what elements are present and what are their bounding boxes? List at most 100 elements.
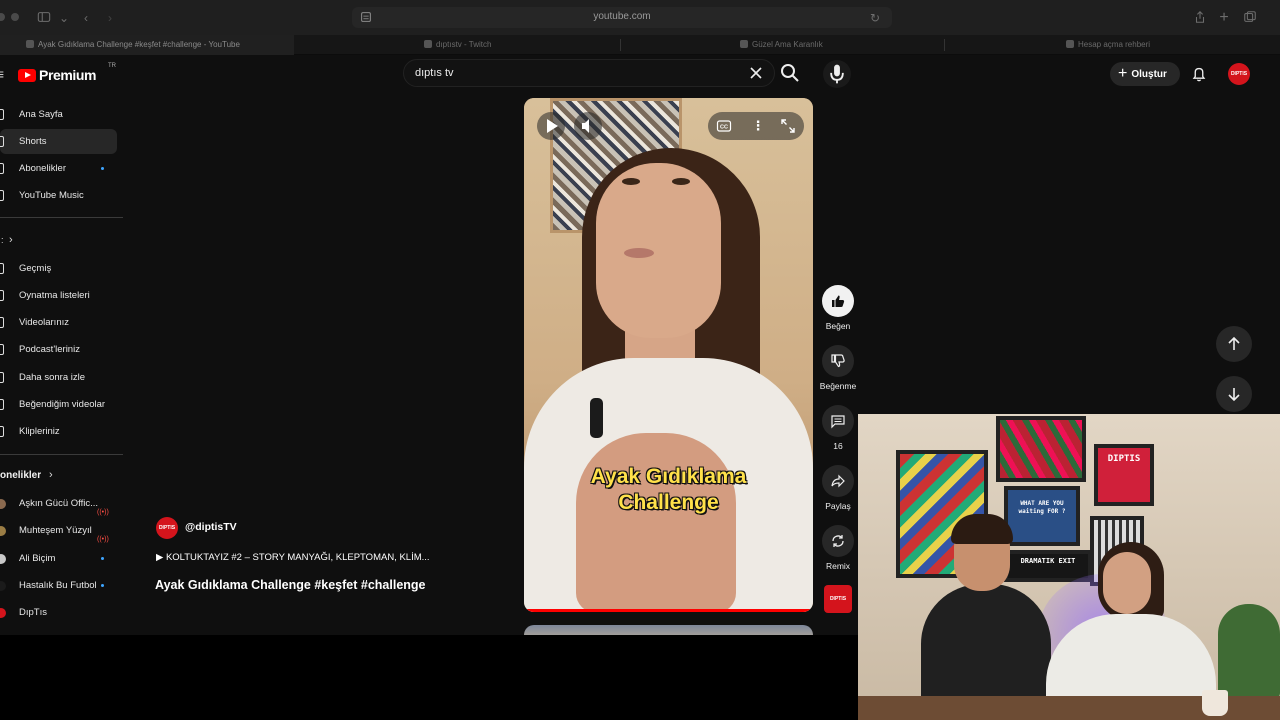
sidebar-item-subscriptions[interactable]: Abonelikler	[0, 156, 117, 181]
search-icon[interactable]	[776, 61, 804, 85]
search-input[interactable]	[415, 67, 735, 79]
favicon-icon	[424, 40, 432, 48]
channel-avatar[interactable]: DIPTIS	[156, 517, 178, 539]
tab-label: Ayak Gıdıklama Challenge #keşfet #challe…	[38, 40, 240, 49]
sidebar-sub-hastalik-bu-futbol[interactable]: Hastalık Bu Futbol	[0, 573, 117, 598]
tab-label: Güzel Ama Karanlık	[752, 40, 823, 49]
more-options-icon[interactable]: ⋮	[750, 118, 766, 134]
sidebar-sub-diptis[interactable]: DıpTıs	[0, 600, 117, 625]
next-short-preview[interactable]	[524, 625, 813, 635]
address-bar[interactable]: youtube.com ↻	[352, 7, 892, 28]
subscriptions-heading[interactable]: onelikler	[0, 470, 41, 481]
you-chevron-icon[interactable]: ›	[9, 234, 13, 246]
subscriptions-icon	[0, 163, 4, 174]
woman-head	[1103, 552, 1151, 614]
favicon-icon	[740, 40, 748, 48]
sidebar-item-label: Muhteşem Yüzyıl	[19, 525, 92, 536]
sidebar-item-playlists[interactable]: Oynatma listeleri	[0, 283, 117, 308]
share-arrow-icon[interactable]	[822, 465, 854, 497]
you-section-fragment: :	[1, 235, 4, 245]
browser-toolbar: ⌄ ‹ › youtube.com ↻ +	[0, 0, 1280, 35]
tab-overview-icon[interactable]	[1242, 10, 1258, 26]
microphone-icon[interactable]	[823, 60, 851, 88]
channel-handle[interactable]: @diptisTV	[185, 521, 237, 533]
tab-twitch[interactable]: dıptıstv - Twitch	[424, 35, 604, 55]
sidebar-item-watch-later[interactable]: Daha sonra izle	[0, 365, 117, 390]
clear-search-icon[interactable]	[748, 65, 764, 81]
sidebar-item-shorts[interactable]: Shorts	[0, 129, 117, 154]
sidebar-item-label: Hastalık Bu Futbol	[19, 580, 97, 591]
video-progress-bar[interactable]	[524, 609, 813, 612]
captions-icon[interactable]: CC	[716, 118, 732, 134]
menu-icon[interactable]: ≡	[0, 66, 8, 82]
like-icon[interactable]	[822, 285, 854, 317]
sidebar-item-your-videos[interactable]: Videolarınız	[0, 310, 117, 335]
search-box[interactable]	[403, 59, 775, 87]
fullscreen-icon[interactable]	[780, 118, 796, 134]
tab-label: dıptıstv - Twitch	[436, 40, 492, 49]
forward-icon[interactable]: ›	[102, 10, 118, 26]
sidebar-toggle-icon[interactable]	[36, 10, 52, 26]
tab-hesap-acma[interactable]: Hesap açma rehberi	[1066, 35, 1246, 55]
sidebar-item-label: Beğendiğim videolar	[19, 399, 106, 410]
sidebar-item-label: Klipleriniz	[19, 426, 60, 437]
diptis-sign-text: DIPTIS	[1107, 454, 1141, 464]
share-icon[interactable]	[1192, 10, 1208, 26]
short-video-player[interactable]: Ayak Gıdıklama Challenge CC ⋮	[524, 98, 813, 612]
window-close-dot[interactable]	[0, 13, 5, 21]
sidebar-item-clips[interactable]: Klipleriniz	[0, 419, 117, 444]
person-lips	[624, 248, 654, 258]
subscriptions-chevron-icon[interactable]: ›	[49, 469, 53, 481]
music-icon	[0, 190, 4, 201]
account-avatar[interactable]: DIPTIS	[1228, 63, 1250, 85]
tab-youtube[interactable]: Ayak Gıdıklama Challenge #keşfet #challe…	[0, 35, 294, 55]
play-icon[interactable]	[537, 112, 565, 140]
channel-avatar	[0, 554, 6, 564]
logo-country: TR	[108, 63, 116, 69]
address-url: youtube.com	[593, 11, 651, 22]
sidebar-item-podcasts[interactable]: Podcast'leriniz	[0, 337, 117, 362]
mug	[1202, 690, 1228, 716]
sidebar-item-liked-videos[interactable]: Beğendiğim videolar	[0, 392, 117, 417]
sidebar-item-label: Abonelikler	[19, 163, 66, 174]
video-caption-line-1: Ayak Gıdıklama	[590, 465, 747, 488]
mute-icon[interactable]	[574, 112, 602, 140]
tab-overview-chevron-icon[interactable]: ⌄	[56, 10, 72, 26]
tab-strip: Ayak Gıdıklama Challenge #keşfet #challe…	[0, 35, 1280, 55]
previous-short-arrow-icon[interactable]	[1216, 326, 1252, 362]
playlist-link[interactable]: ▶ KOLTUKTAYIZ #2 – STORY MANYAĞI, KLEPTO…	[156, 552, 430, 563]
tab-divider	[944, 39, 945, 51]
notifications-bell-icon[interactable]	[1189, 64, 1209, 84]
sidebar-item-label: Geçmiş	[19, 263, 52, 274]
sidebar-sub-muhtesem-yuzyil[interactable]: Muhteşem Yüzyıl ((•))	[0, 518, 117, 543]
sidebar-sub-ali-bicim[interactable]: Ali Biçim	[0, 546, 117, 571]
new-tab-icon[interactable]: +	[1216, 10, 1232, 26]
sidebar-item-label: Ali Biçim	[19, 553, 56, 564]
window-minimize-dot[interactable]	[11, 13, 19, 21]
sidebar-item-history[interactable]: Geçmiş	[0, 256, 117, 281]
comments-icon[interactable]	[822, 405, 854, 437]
like-label: Beğen	[825, 321, 851, 331]
sidebar-item-home[interactable]: Ana Sayfa	[0, 102, 117, 127]
favicon-icon	[1066, 40, 1074, 48]
logo-text: Premium	[39, 67, 97, 83]
channel-thumbnail[interactable]: DIPTIS	[824, 585, 852, 613]
reload-icon[interactable]: ↻	[867, 10, 883, 26]
next-short-arrow-icon[interactable]	[1216, 376, 1252, 412]
sidebar-item-label: Oynatma listeleri	[19, 290, 90, 301]
sidebar-sub-askin-gucu[interactable]: Aşkın Gücü Offic... ((•))	[0, 491, 117, 516]
tab-guzel-ama-karanlik[interactable]: Güzel Ama Karanlık	[740, 35, 920, 55]
sidebar-item-label: YouTube Music	[19, 190, 84, 201]
video-progress-fill	[524, 609, 813, 612]
exit-sign-text: DRAMATIK EXIT	[1020, 557, 1076, 565]
create-button[interactable]: + Oluştur	[1110, 62, 1180, 86]
back-icon[interactable]: ‹	[78, 10, 94, 26]
plant	[1218, 604, 1280, 699]
podcast-icon	[0, 344, 4, 355]
dislike-icon[interactable]	[822, 345, 854, 377]
youtube-logo[interactable]: Premium TR	[18, 63, 116, 83]
sidebar-item-youtube-music[interactable]: YouTube Music	[0, 183, 117, 208]
sidebar-item-label: Ana Sayfa	[19, 109, 63, 120]
remix-icon[interactable]	[822, 525, 854, 557]
channel-avatar	[0, 499, 6, 509]
